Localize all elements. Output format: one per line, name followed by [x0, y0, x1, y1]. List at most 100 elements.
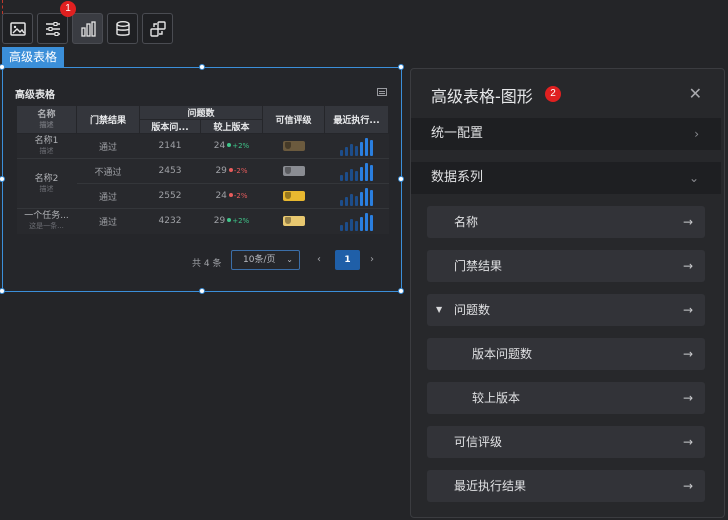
series-item[interactable]: 较上版本 →: [427, 382, 705, 414]
header-trust[interactable]: 可信评级: [262, 105, 326, 134]
bar: [360, 192, 364, 206]
arrow-right-icon[interactable]: →: [683, 206, 693, 238]
header-version-issues[interactable]: 版本问...: [139, 119, 201, 134]
cell-vs-prev: 24 +2%: [200, 133, 263, 159]
series-item-label: 最近执行结果: [454, 479, 527, 493]
arrow-right-icon[interactable]: →: [683, 338, 693, 370]
trust-badge-icon: [282, 190, 305, 201]
header-issues[interactable]: 问题数: [138, 105, 264, 120]
cell-trust: [262, 183, 325, 209]
resize-handle-bl[interactable]: [0, 288, 5, 294]
series-item[interactable]: 名称 →: [427, 206, 705, 238]
settings-button[interactable]: [37, 13, 68, 44]
resize-handle-tr[interactable]: [398, 64, 404, 70]
chevron-down-icon: ⌄: [286, 255, 293, 264]
cell-version-issues: 2453: [139, 158, 201, 184]
interaction-button[interactable]: [142, 13, 173, 44]
panel-title: 高级表格-图形: [431, 87, 533, 106]
step-badge-2: 2: [545, 86, 561, 102]
table-row[interactable]: 名称2 描述 不通过 2453 29 -2%: [16, 158, 389, 209]
bar: [345, 172, 349, 181]
resize-handle-tl[interactable]: [0, 64, 5, 70]
header-vs-prev[interactable]: 较上版本: [199, 119, 264, 134]
image-icon: [9, 21, 26, 36]
cell-gate: 不通过: [76, 158, 140, 184]
section-data-series[interactable]: 数据系列 ⌄: [411, 162, 721, 194]
caret-down-icon[interactable]: ▼: [436, 294, 442, 326]
chart-button[interactable]: [72, 13, 103, 44]
cell-recent: [324, 183, 389, 209]
table-row[interactable]: 一个任务... 这是一条... 通过 4232 29 +2%: [16, 208, 389, 234]
prev-page-button[interactable]: ‹: [317, 254, 321, 265]
series-item-label: 版本问题数: [472, 347, 533, 361]
bar: [355, 146, 359, 156]
sliders-icon: [45, 21, 60, 36]
bar: [370, 165, 374, 181]
series-item[interactable]: 门禁结果 →: [427, 250, 705, 282]
cell-gate: 通过: [76, 208, 140, 234]
bar: [345, 147, 349, 156]
bar: [355, 171, 359, 181]
chevron-down-icon: ⌄: [688, 171, 699, 185]
trust-badge-icon: [282, 216, 305, 226]
interaction-icon: [149, 20, 166, 37]
next-page-button[interactable]: ›: [370, 254, 374, 265]
trend-dot: [227, 143, 232, 147]
bar: [350, 169, 354, 181]
arrow-right-icon[interactable]: →: [683, 426, 693, 458]
series-item[interactable]: 版本问题数 →: [427, 338, 705, 370]
bar: [345, 222, 349, 232]
resize-handle-l[interactable]: [0, 176, 5, 182]
resize-handle-b[interactable]: [199, 288, 205, 294]
component-tag: 高级表格: [2, 47, 65, 67]
series-item-label: 可信评级: [454, 435, 503, 449]
guide-line: [2, 0, 3, 14]
image-button[interactable]: [2, 13, 33, 44]
cell-recent: [324, 158, 389, 184]
close-icon[interactable]: ✕: [689, 84, 702, 103]
arrow-right-icon[interactable]: →: [683, 382, 693, 414]
cell-recent: [324, 133, 389, 159]
cell-trust: [262, 208, 325, 234]
cell-version-issues: 4232: [139, 208, 201, 234]
arrow-right-icon[interactable]: →: [683, 250, 693, 282]
resize-handle-t[interactable]: [199, 64, 205, 70]
bar: [365, 138, 369, 156]
series-item[interactable]: 最近执行结果 →: [427, 470, 705, 502]
database-icon: [115, 20, 130, 36]
cell-vs-prev: 29 -2%: [200, 158, 263, 184]
bar: [345, 197, 349, 206]
toolbar: [2, 13, 173, 45]
arrow-right-icon[interactable]: →: [683, 470, 693, 502]
resize-handle-br[interactable]: [398, 288, 404, 294]
bar: [360, 217, 364, 232]
step-badge-1: 1: [60, 1, 76, 17]
cell-vs-prev: 24 -2%: [200, 183, 263, 209]
page-size-select[interactable]: 10条/页 ⌄: [231, 250, 300, 270]
config-panel: 高级表格-图形 2 ✕ 统一配置 › 数据系列 ⌄ 名称 → 门禁结果 → ▼ 问题数 → 版本问…: [410, 68, 725, 518]
cell-trust: [262, 133, 325, 159]
series-item[interactable]: 可信评级 →: [427, 426, 705, 458]
advanced-table-widget[interactable]: 高级表格 名称 描述 门禁结果 问题数 可信评级 最近执行... 版本问... 较…: [0, 64, 404, 294]
bar: [355, 196, 359, 206]
series-item-label: 较上版本: [472, 391, 521, 405]
header-recent[interactable]: 最近执行...: [324, 105, 390, 134]
series-item[interactable]: ▼ 问题数 →: [427, 294, 705, 326]
table-settings-icon[interactable]: [377, 88, 387, 96]
series-item-label: 名称: [454, 215, 479, 229]
section-unified-config[interactable]: 统一配置 ›: [411, 118, 721, 150]
bar: [365, 188, 369, 206]
cell-gate: 通过: [76, 183, 140, 209]
page-1-button[interactable]: 1: [335, 250, 360, 270]
bar: [360, 142, 364, 156]
trend-dot: [227, 218, 232, 223]
header-name[interactable]: 名称 描述: [16, 105, 77, 134]
resize-handle-r[interactable]: [398, 176, 404, 182]
data-button[interactable]: [107, 13, 138, 44]
trend-dot: [228, 193, 233, 197]
table-row[interactable]: 名称1 描述 通过 2141 24 +2%: [16, 133, 389, 159]
data-table: 名称 描述 门禁结果 问题数 可信评级 最近执行... 版本问... 较上版本 名…: [16, 105, 390, 234]
arrow-right-icon[interactable]: →: [683, 294, 693, 326]
cell-version-issues: 2552: [139, 183, 201, 209]
header-gate[interactable]: 门禁结果: [76, 105, 140, 134]
